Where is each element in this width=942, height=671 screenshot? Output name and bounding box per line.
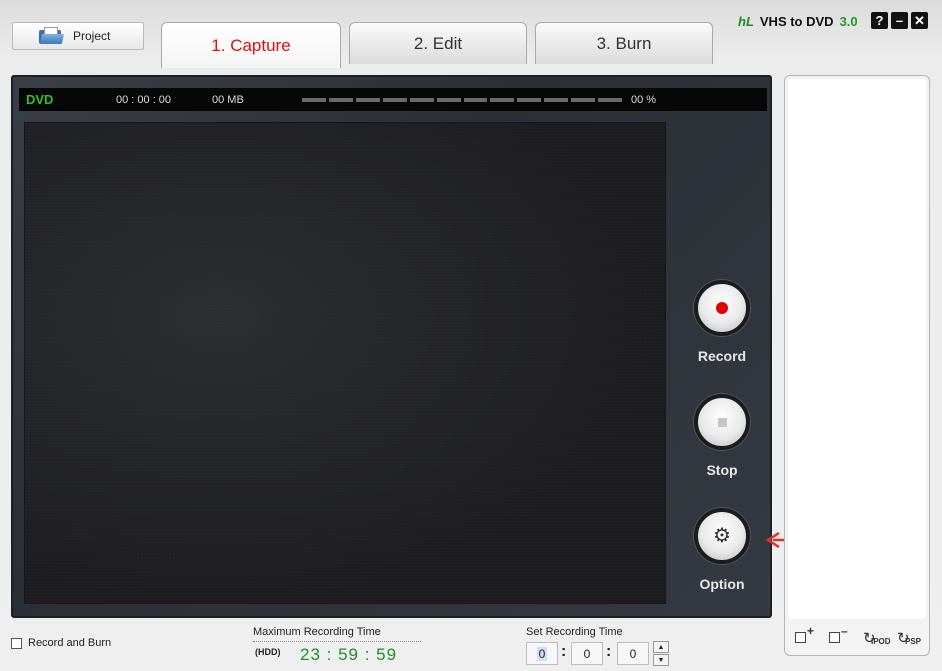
record-and-burn-label: Record and Burn	[28, 637, 112, 649]
clip-tools: + – ↻ IPOD ↻ PSP	[793, 624, 923, 649]
set-seconds-input[interactable]: 0	[617, 642, 649, 665]
record-and-burn-checkbox[interactable]: Record and Burn	[11, 637, 111, 649]
stop-label: Stop	[706, 462, 738, 478]
time-separator: :	[561, 643, 567, 660]
record-button[interactable]	[694, 280, 750, 336]
record-icon	[716, 302, 728, 314]
record-control: Record	[678, 280, 766, 364]
capture-panel: DVD 00 : 00 : 00 00 MB 00 % Record Stop …	[11, 75, 772, 618]
app-title: VHS to DVD	[759, 13, 834, 29]
option-button[interactable]: ⚙	[694, 508, 750, 564]
clip-list[interactable]	[788, 79, 926, 619]
set-hours-input[interactable]: 0	[526, 642, 558, 665]
tab-capture[interactable]: 1. Capture	[161, 22, 341, 68]
format-label: DVD	[26, 92, 54, 107]
project-button[interactable]: Project	[12, 22, 144, 50]
option-control: ⚙ Option	[678, 508, 766, 592]
gears-icon: ⚙	[713, 525, 731, 547]
tab-burn[interactable]: 3. Burn	[535, 22, 713, 64]
app-version: 3.0	[839, 13, 858, 29]
progress-percent: 00 %	[631, 93, 657, 106]
stop-button[interactable]	[694, 394, 750, 450]
close-button[interactable]: ✕	[911, 12, 928, 29]
clip-list-panel: + – ↻ IPOD ↻ PSP	[784, 75, 930, 656]
app-brand: hL VHS to DVD 3.0	[738, 12, 858, 30]
add-clip-button[interactable]: +	[793, 624, 821, 648]
set-recording-label: Set Recording Time	[526, 626, 623, 638]
spin-up-icon[interactable]: ▲	[653, 641, 669, 653]
brand-logo-icon: hL	[738, 13, 754, 29]
stop-control: Stop	[678, 394, 766, 478]
max-recording-title: Maximum Recording Time	[253, 626, 421, 642]
set-hours-value: 0	[536, 646, 548, 661]
help-button[interactable]: ?	[871, 12, 888, 29]
hdd-label: (HDD)	[255, 647, 281, 657]
checkbox-box[interactable]	[11, 637, 22, 649]
capture-progress-bar	[302, 98, 623, 102]
folder-icon	[39, 27, 65, 45]
max-recording-label: Maximum Recording Time	[253, 626, 381, 638]
tab-edit[interactable]: 2. Edit	[349, 22, 527, 64]
set-minutes-input[interactable]: 0	[571, 642, 603, 665]
psp-label: PSP	[905, 637, 922, 646]
remove-clip-button[interactable]: –	[827, 624, 855, 648]
ipod-label: IPOD	[871, 637, 891, 646]
minimize-button[interactable]: –	[891, 12, 908, 29]
convert-psp-button[interactable]: ↻ PSP	[895, 626, 923, 648]
convert-ipod-button[interactable]: ↻ IPOD	[861, 626, 891, 648]
time-spinner: ▲ ▼	[653, 641, 669, 666]
project-label: Project	[73, 29, 111, 43]
time-separator: :	[606, 643, 612, 660]
stop-icon	[717, 417, 727, 427]
file-size: 00 MB	[212, 93, 244, 106]
elapsed-time: 00 : 00 : 00	[116, 93, 172, 106]
option-label: Option	[699, 576, 745, 592]
spin-down-icon[interactable]: ▼	[653, 654, 669, 666]
status-bar: DVD 00 : 00 : 00 00 MB 00 %	[19, 88, 767, 111]
video-preview	[24, 122, 666, 604]
max-recording-time: 23 : 59 : 59	[300, 645, 398, 664]
record-label: Record	[697, 348, 747, 364]
